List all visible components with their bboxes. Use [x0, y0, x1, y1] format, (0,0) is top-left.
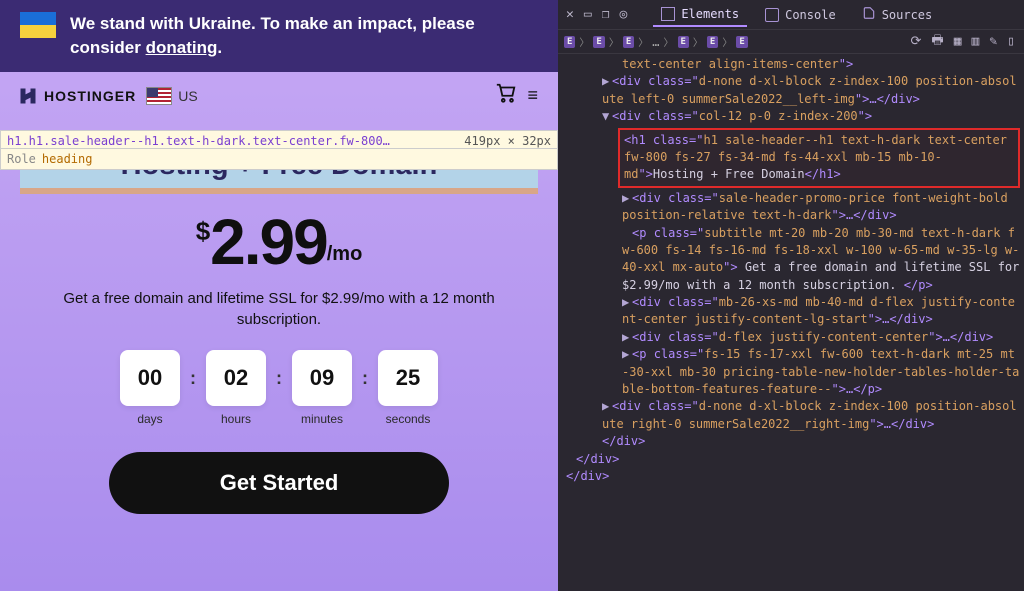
dom-row[interactable]: </div> — [562, 468, 1020, 485]
tab-elements[interactable]: Elements — [653, 3, 747, 27]
countdown-hours-value: 02 — [206, 350, 266, 406]
tooltip-dimensions: 419px × 32px — [464, 134, 551, 148]
countdown-hours: 02 hours — [206, 350, 266, 426]
breadcrumb-item[interactable]: E — [678, 36, 689, 48]
banner-text: We stand with Ukraine. To make an impact… — [70, 12, 538, 60]
sources-tab-icon — [862, 6, 876, 23]
tooltip-selector: h1.h1.sale-header--h1.text-h-dark.text-c… — [7, 134, 460, 148]
breadcrumb-item[interactable]: E — [736, 36, 747, 48]
countdown-days: 00 days — [120, 350, 180, 426]
get-started-button[interactable]: Get Started — [109, 452, 449, 514]
dock-overlay-icon[interactable]: ❐ — [602, 7, 610, 22]
dom-row[interactable]: ▶<div class="d-none d-xl-block z-index-1… — [562, 398, 1020, 433]
tool-refresh-icon[interactable]: ⟳ — [908, 34, 925, 49]
dom-row[interactable]: </div> — [562, 451, 1020, 468]
ukraine-flag-icon — [20, 12, 56, 38]
dom-row[interactable]: ▶<div class="mb-26-xs-md mb-40-md d-flex… — [562, 294, 1020, 329]
hamburger-icon[interactable]: ≡ — [527, 85, 540, 106]
tool-edit-icon[interactable]: ✎ — [986, 34, 1000, 49]
countdown: 00 days : 02 hours : 09 minutes : 25 sec… — [20, 350, 538, 426]
tool-panel-icon[interactable]: ▯ — [1004, 34, 1018, 49]
devtools-pane: ✕ ▭ ❐ ◎ Elements Console Sources E〉 E〉 E… — [558, 0, 1024, 591]
breadcrumb-item[interactable]: E — [707, 36, 718, 48]
countdown-sep: : — [190, 368, 196, 389]
hero: Hosting + Free Domain $ 2.99 /mo Get a f… — [0, 120, 558, 514]
breadcrumb-item[interactable]: E — [564, 36, 575, 48]
tab-sources[interactable]: Sources — [854, 2, 941, 27]
dom-tree[interactable]: text-center align-items-center"> ▶<div c… — [558, 54, 1024, 591]
us-flag-icon — [146, 87, 172, 105]
banner-text-2: . — [217, 38, 222, 57]
elements-tab-icon — [661, 7, 675, 21]
tooltip-role-value: heading — [42, 152, 93, 166]
countdown-seconds-value: 25 — [378, 350, 438, 406]
brand-logo[interactable]: HOSTINGER — [18, 86, 136, 106]
dom-row[interactable]: ▶<div class="d-flex justify-content-cent… — [562, 329, 1020, 346]
banner-text-1: We stand with Ukraine. To make an impact… — [70, 14, 475, 57]
website-pane: We stand with Ukraine. To make an impact… — [0, 0, 558, 591]
brand-name: HOSTINGER — [44, 88, 136, 104]
hostinger-icon — [18, 86, 38, 106]
donate-link[interactable]: donating — [146, 38, 218, 57]
countdown-minutes-value: 09 — [292, 350, 352, 406]
countdown-seconds: 25 seconds — [378, 350, 438, 426]
breadcrumb-item[interactable]: E — [623, 36, 634, 48]
ukraine-banner: We stand with Ukraine. To make an impact… — [0, 0, 558, 72]
tab-sources-label: Sources — [882, 8, 933, 22]
dom-row[interactable]: ▶<div class="sale-header-promo-price fon… — [562, 190, 1020, 225]
dock-side-icon[interactable]: ▭ — [584, 7, 592, 22]
inspect-icon[interactable]: ◎ — [619, 7, 627, 22]
locale-selector[interactable]: US — [146, 87, 197, 105]
price: $ 2.99 /mo — [196, 210, 363, 274]
countdown-hours-label: hours — [206, 412, 266, 426]
hero-subtitle: Get a free domain and lifetime SSL for $… — [20, 288, 538, 330]
devtools-toolbar: ✕ ▭ ❐ ◎ Elements Console Sources — [558, 0, 1024, 30]
dom-row[interactable]: ▶<p class="fs-15 fs-17-xxl fw-600 text-h… — [562, 346, 1020, 398]
countdown-sep: : — [362, 368, 368, 389]
close-icon[interactable]: ✕ — [566, 7, 574, 22]
cart-icon[interactable] — [495, 82, 517, 110]
countdown-minutes-label: minutes — [292, 412, 352, 426]
price-amount: 2.99 — [210, 210, 327, 274]
console-tab-icon — [765, 8, 779, 22]
dom-row[interactable]: ▶<div class="d-none d-xl-block z-index-1… — [562, 73, 1020, 108]
tab-console-label: Console — [785, 8, 836, 22]
locale-label: US — [178, 88, 197, 104]
countdown-days-value: 00 — [120, 350, 180, 406]
breadcrumb-item[interactable]: E — [593, 36, 604, 48]
tool-print-icon[interactable]: 🖶 — [928, 31, 946, 53]
tab-elements-label: Elements — [681, 7, 739, 21]
price-suffix: /mo — [327, 243, 363, 266]
tooltip-role-label: Role — [7, 152, 36, 166]
countdown-days-label: days — [120, 412, 180, 426]
dom-row[interactable]: text-center align-items-center"> — [562, 56, 1020, 73]
breadcrumb-item[interactable]: … — [652, 35, 659, 49]
price-currency: $ — [196, 216, 210, 247]
tab-console[interactable]: Console — [757, 4, 844, 26]
dom-row[interactable]: <p class="subtitle mt-20 mb-20 mb-30-md … — [562, 225, 1020, 295]
dom-row-selected[interactable]: <h1 class="h1 sale-header--h1 text-h-dar… — [618, 128, 1020, 188]
countdown-sep: : — [276, 368, 282, 389]
devtools-breadcrumbs: E〉 E〉 E〉 …〉 E〉 E〉 E ⟳ 🖶 ▦ ▥ ✎ ▯ — [558, 30, 1024, 54]
tool-view-icon[interactable]: ▦ — [951, 34, 965, 49]
tool-grid-icon[interactable]: ▥ — [969, 34, 983, 49]
countdown-seconds-label: seconds — [378, 412, 438, 426]
top-nav: HOSTINGER US ≡ — [0, 72, 558, 120]
inspector-tooltip-row2: Role heading — [0, 148, 558, 170]
countdown-minutes: 09 minutes — [292, 350, 352, 426]
dom-row[interactable]: ▼<div class="col-12 p-0 z-index-200"> — [562, 108, 1020, 125]
dom-row[interactable]: </div> — [562, 433, 1020, 450]
